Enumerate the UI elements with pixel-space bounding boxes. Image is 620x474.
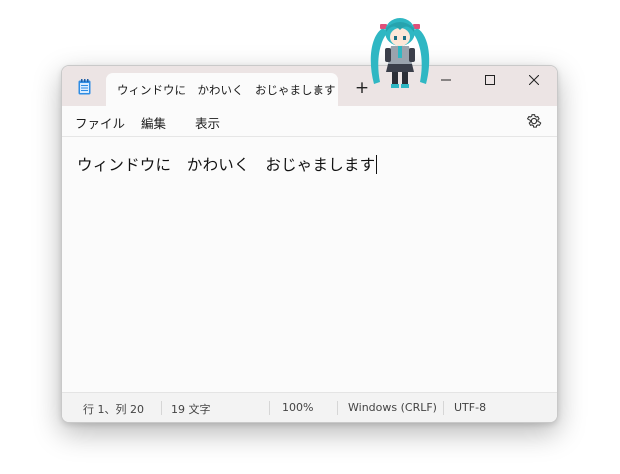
status-divider	[337, 401, 338, 415]
tab-title: ウィンドウに かわいく おじゃまします	[117, 83, 336, 97]
close-icon	[529, 75, 539, 85]
status-divider	[443, 401, 444, 415]
tab-document[interactable]: ウィンドウに かわいく おじゃまします	[106, 73, 338, 107]
menu-bar: ファイル 編集 表示	[62, 106, 557, 136]
menu-edit[interactable]: 編集	[141, 113, 166, 132]
menu-view[interactable]: 表示	[195, 113, 220, 132]
status-zoom[interactable]: 100%	[282, 401, 313, 414]
status-bar: 行 1、列 20 19 文字 100% Windows (CRLF) UTF-8	[62, 392, 557, 422]
status-cursor-position[interactable]: 行 1、列 20	[83, 401, 144, 417]
minimize-icon	[441, 79, 451, 81]
editor-text: ウィンドウに かわいく おじゃまします	[77, 156, 376, 174]
notepad-icon	[78, 79, 91, 95]
maximize-button[interactable]	[468, 66, 512, 94]
text-editor[interactable]: ウィンドウに かわいく おじゃまします	[62, 137, 557, 392]
status-character-count: 19 文字	[171, 403, 211, 416]
editor-content[interactable]: ウィンドウに かわいく おじゃまします	[77, 153, 378, 175]
menu-file[interactable]: ファイル	[75, 113, 125, 132]
status-line-ending[interactable]: Windows (CRLF)	[348, 401, 437, 414]
status-encoding[interactable]: UTF-8	[454, 401, 486, 414]
gear-icon[interactable]	[525, 112, 543, 130]
maximize-icon	[485, 75, 495, 85]
text-caret	[376, 155, 378, 174]
status-divider	[269, 401, 270, 415]
unsaved-indicator-icon[interactable]	[315, 87, 321, 93]
notepad-window: ウィンドウに かわいく おじゃまします + ファイル 編集 表示 ウィンドウに …	[61, 65, 558, 423]
mascot-character-icon	[370, 18, 430, 88]
status-divider	[161, 401, 162, 415]
close-button[interactable]	[512, 66, 556, 94]
title-bar[interactable]: ウィンドウに かわいく おじゃまします +	[62, 66, 557, 107]
